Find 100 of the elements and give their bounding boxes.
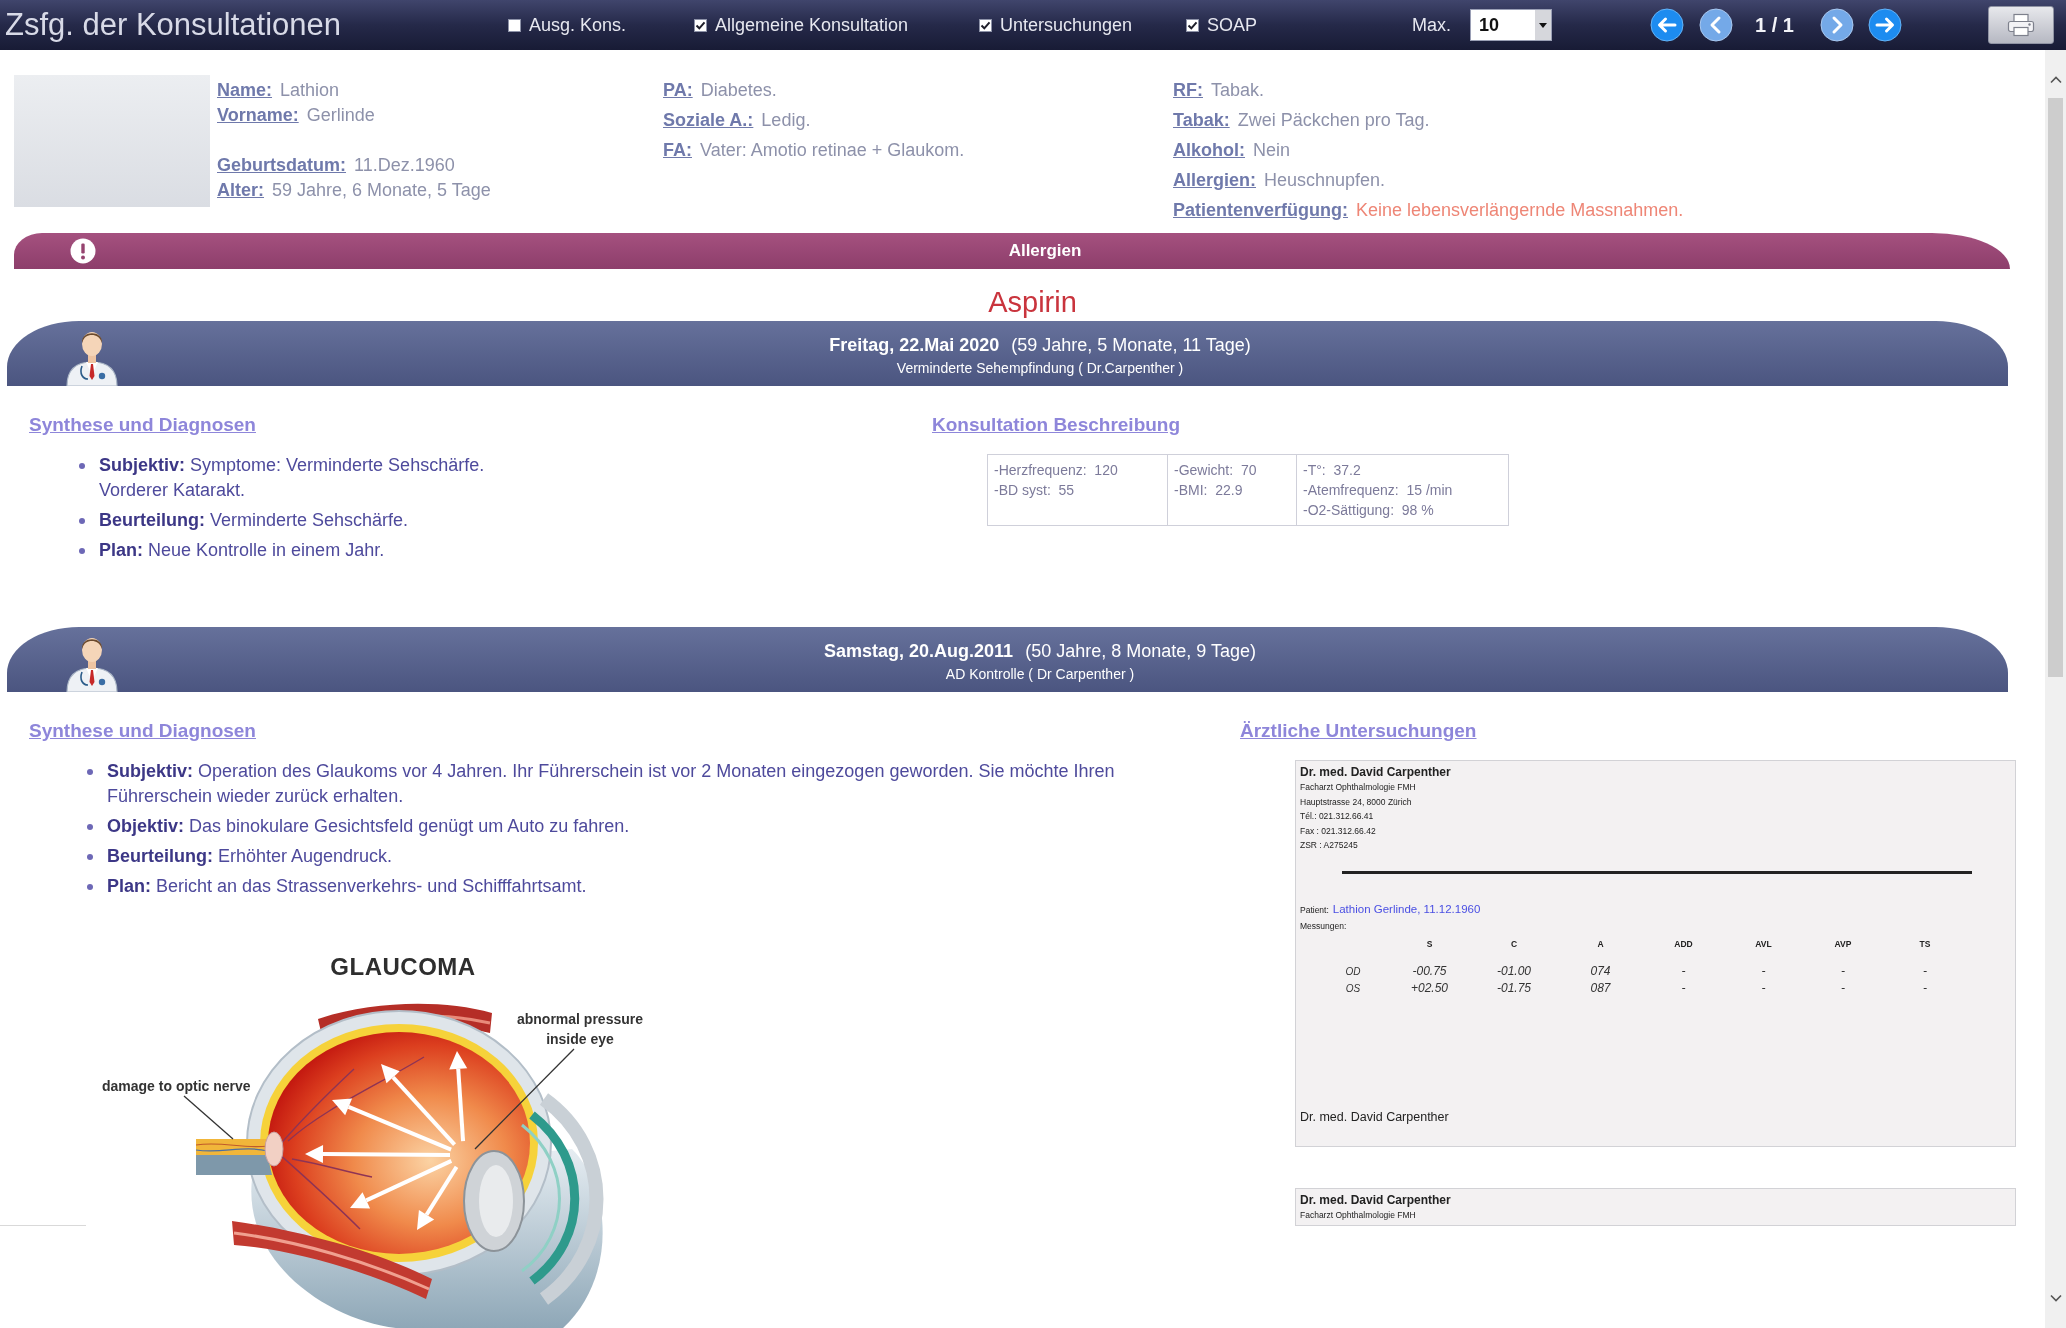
table-cell: -	[1923, 979, 1927, 997]
signature: Dr. med. David Carpenther	[1300, 1108, 1449, 1125]
figure-title: GLAUCOMA	[330, 953, 476, 981]
diagnosis-item: Beurteilung: Erhöhter Augendruck.	[107, 845, 393, 868]
column-header: AVP	[1834, 937, 1852, 951]
column-header: ADD	[1674, 937, 1693, 951]
field-label: Tabak:	[1173, 110, 1230, 130]
column-header: TS	[1919, 937, 1931, 951]
checkbox-label[interactable]: Untersuchungen	[1000, 14, 1133, 36]
leader-line	[183, 1095, 234, 1140]
consultation-subtitle: Verminderte Sehempfindung ( Dr.Carpenther )	[896, 359, 1184, 377]
arrow-left-icon[interactable]	[1650, 8, 1684, 42]
table-cell: -	[1761, 962, 1766, 980]
table-cell: 074	[1590, 962, 1611, 980]
table-cell: -	[1841, 979, 1845, 997]
table-cell: +02.50	[1410, 979, 1448, 997]
bullet-icon	[79, 462, 85, 469]
table-cell: -	[1923, 962, 1927, 980]
diagnosis-item: Plan: Neue Kontrolle in einem Jahr.	[99, 539, 385, 562]
row-header: OD	[1345, 964, 1361, 979]
vital-reading: -T°: 37.2	[1303, 461, 1361, 480]
field-label: Vorname:	[217, 105, 299, 125]
patient-age: (59 Jahre, 5 Monate, 11 Tage)	[1011, 334, 1251, 357]
field-label: Geburtsdatum:	[217, 155, 346, 175]
alert-icon	[70, 238, 96, 264]
checkbox[interactable]	[1186, 18, 1199, 32]
max-count-select[interactable]: 10	[1470, 9, 1552, 41]
field-label: PA:	[663, 80, 693, 100]
arrow-right-icon[interactable]	[1867, 8, 1902, 42]
vital-reading: -BD syst: 55	[994, 481, 1075, 500]
row-header: OS	[1345, 981, 1361, 996]
field-label: Alter:	[217, 180, 264, 200]
field-value: Heuschnupfen.	[1264, 170, 1386, 190]
table-cell: -	[1761, 979, 1766, 997]
patient-age: (50 Jahre, 8 Monate, 9 Tage)	[1025, 640, 1256, 663]
consultation-subtitle: AD Kontrolle ( Dr Carpenther )	[945, 665, 1135, 683]
doctor-name: Dr. med. David Carpenther	[1300, 1191, 1451, 1208]
checkbox[interactable]	[694, 18, 707, 32]
address-line: Hauptstrasse 24, 8000 Zürich	[1300, 795, 1412, 809]
table-cell: -	[1681, 979, 1686, 997]
address-line: ZSR : A275245	[1300, 839, 1358, 852]
vital-reading: -BMI: 22.9	[1174, 481, 1243, 500]
field-label: Name:	[217, 80, 273, 100]
column-header: C	[1510, 937, 1518, 951]
field-value: Lathion	[280, 80, 340, 100]
field-value: Nein	[1253, 140, 1291, 160]
scrollbar-thumb[interactable]	[2048, 98, 2063, 677]
table-cell: -	[1681, 962, 1686, 980]
figure-label: damage to optic nerve	[102, 1077, 251, 1095]
scrollbar[interactable]	[2045, 50, 2066, 1328]
checkbox-label[interactable]: SOAP	[1207, 14, 1258, 36]
table-cell: -01.00	[1497, 962, 1531, 980]
field-value: Diabetes.	[700, 80, 777, 100]
allergy-name: Aspirin	[988, 285, 1077, 319]
column-header: A	[1597, 937, 1604, 951]
page-indicator: 1 / 1	[1755, 13, 1794, 37]
max-label: Max.	[1412, 14, 1452, 36]
column-header: S	[1426, 937, 1433, 951]
print-button[interactable]	[1987, 6, 2054, 44]
address-line: Facharzt Ophthalmologie FMH	[1300, 781, 1416, 794]
field-label: RF:	[1173, 80, 1203, 100]
patient-label: Patient:	[1300, 903, 1329, 917]
scroll-up-icon[interactable]	[2048, 75, 2063, 84]
field-value: Gerlinde	[306, 105, 375, 125]
measurements-label: Messungen:	[1300, 919, 1347, 933]
scroll-down-icon[interactable]	[2048, 1294, 2063, 1303]
bullet-icon	[87, 853, 93, 860]
table-cell: 087	[1590, 979, 1611, 997]
window-title: Zsfg. der Konsultationen	[5, 7, 342, 42]
caret-icon[interactable]	[1535, 10, 1551, 40]
patient-name: Lathion Gerlinde, 11.12.1960	[1332, 901, 1481, 917]
field-value: Ledig.	[761, 110, 811, 130]
vital-reading: -Atemfrequenz: 15 /min	[1303, 481, 1453, 500]
address-line: Fax : 021.312.66.42	[1300, 824, 1376, 838]
field-label: Patientenverfügung:	[1173, 200, 1348, 220]
bullet-icon	[87, 883, 93, 890]
table-cell: -01.75	[1497, 979, 1531, 997]
checkbox-label[interactable]: Ausg. Kons.	[529, 14, 627, 36]
table-cell: -00.75	[1412, 962, 1447, 980]
field-value: Vater: Amotio retinae + Glaukom.	[700, 140, 965, 160]
field-value: 59 Jahre, 6 Monate, 5 Tage	[272, 180, 491, 200]
field-label: Soziale A.:	[663, 110, 754, 130]
field-value: Tabak.	[1211, 80, 1265, 100]
table-cell: -	[1841, 962, 1845, 980]
bullet-icon	[79, 547, 85, 554]
diagnosis-item: Subjektiv: Symptome: Verminderte Sehschärfe. Vorderer Katarakt.	[99, 454, 485, 502]
address-line: Tél.: 021.312.66.41	[1300, 810, 1374, 823]
field-label: Allergien:	[1173, 170, 1256, 190]
printer-icon[interactable]	[2006, 13, 2035, 37]
checkbox[interactable]	[508, 18, 521, 32]
checkbox-label[interactable]: Allgemeine Konsultation	[715, 14, 909, 36]
field-value: 11.Dez.1960	[354, 155, 455, 175]
vital-reading: -O2-Sättigung: 98 %	[1303, 501, 1434, 520]
checkbox[interactable]	[979, 18, 992, 32]
bullet-icon	[87, 823, 93, 830]
field-label: FA:	[663, 140, 692, 160]
consultation-date: Samstag, 20.Aug.2011	[824, 640, 1014, 663]
doctor-name: Dr. med. David Carpenther	[1300, 764, 1451, 780]
address-line: Facharzt Ophthalmologie FMH	[1300, 1208, 1416, 1222]
bullet-icon	[87, 768, 93, 775]
